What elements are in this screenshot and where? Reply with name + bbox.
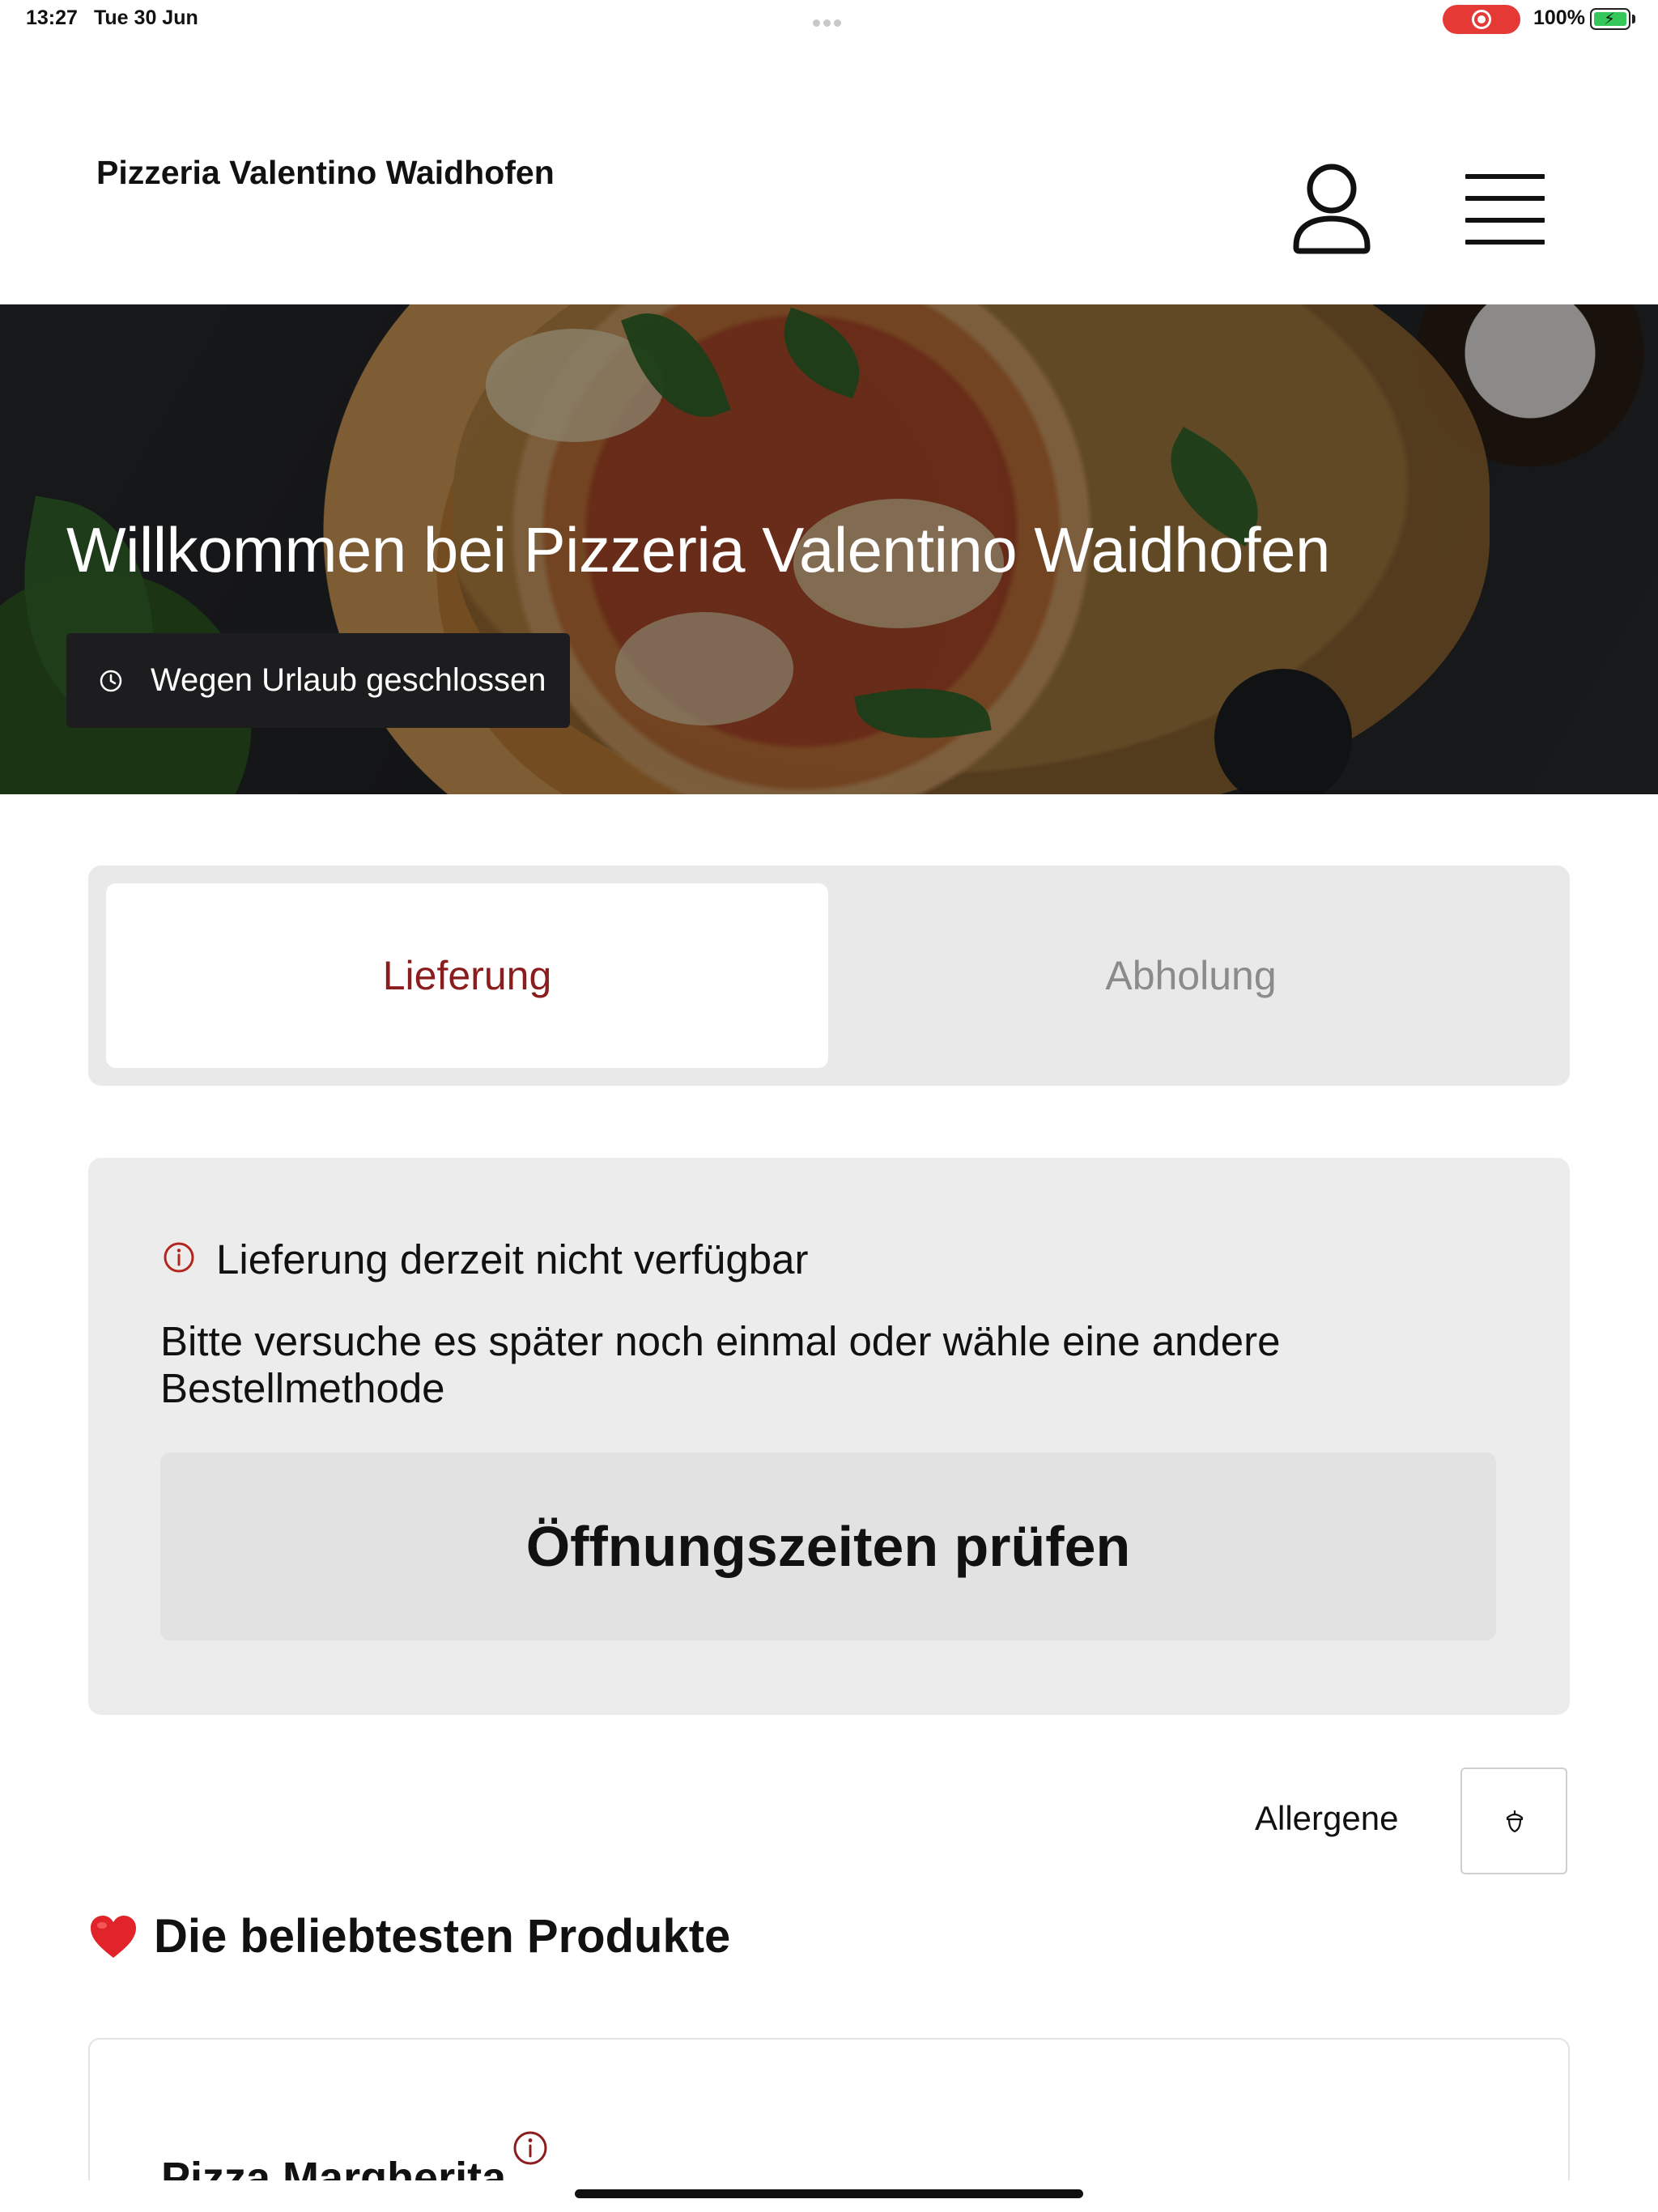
acorn-icon	[1506, 1810, 1524, 1833]
delivery-unavailable-notice: Lieferung derzeit nicht verfügbar Bitte …	[88, 1158, 1570, 1715]
notice-message: Bitte versuche es später noch einmal ode…	[160, 1318, 1281, 1411]
info-icon[interactable]	[512, 2130, 548, 2166]
hero-title: Willkommen bei Pizzeria Valentino Waidho…	[66, 514, 1330, 585]
clock-icon	[100, 670, 122, 692]
opening-status-text: Wegen Urlaub geschlossen	[151, 662, 546, 698]
status-bar: 13:27 Tue 30 Jun 100% ⚡	[0, 0, 1658, 40]
battery-percentage: 100%	[1533, 6, 1585, 29]
order-method-switch: Lieferung Abholung	[88, 866, 1570, 1086]
multitasking-dots-icon[interactable]	[813, 16, 845, 27]
popular-products-title: Die beliebtesten Produkte	[154, 1910, 731, 1963]
info-icon	[164, 1242, 194, 1273]
opening-status-badge: Wegen Urlaub geschlossen	[66, 633, 570, 728]
hero-banner: Willkommen bei Pizzeria Valentino Waidho…	[0, 304, 1658, 794]
allergens-button[interactable]	[1460, 1767, 1567, 1874]
allergens-label[interactable]: Allergene	[1255, 1799, 1398, 1838]
battery-tip	[1632, 15, 1635, 23]
hamburger-menu-icon[interactable]	[1465, 174, 1546, 247]
status-date: Tue 30 Jun	[94, 6, 198, 29]
home-indicator[interactable]	[575, 2189, 1083, 2198]
user-icon	[1293, 164, 1371, 254]
check-opening-hours-button[interactable]: Öffnungszeiten prüfen	[160, 1453, 1496, 1640]
popular-products-heading: Die beliebtesten Produkte	[89, 1909, 730, 1963]
tab-delivery[interactable]: Lieferung	[106, 883, 828, 1068]
screen-recording-icon[interactable]	[1443, 5, 1520, 34]
status-time: 13:27	[26, 6, 78, 29]
heart-icon	[91, 1915, 136, 1958]
notice-title: Lieferung derzeit nicht verfügbar	[216, 1236, 809, 1283]
brand-name[interactable]: Pizzeria Valentino Waidhofen	[96, 154, 555, 192]
site-header: Pizzeria Valentino Waidhofen	[0, 40, 1658, 304]
account-button[interactable]	[1291, 162, 1372, 257]
tab-pickup[interactable]: Abholung	[830, 883, 1552, 1068]
battery-icon: ⚡	[1590, 8, 1630, 30]
